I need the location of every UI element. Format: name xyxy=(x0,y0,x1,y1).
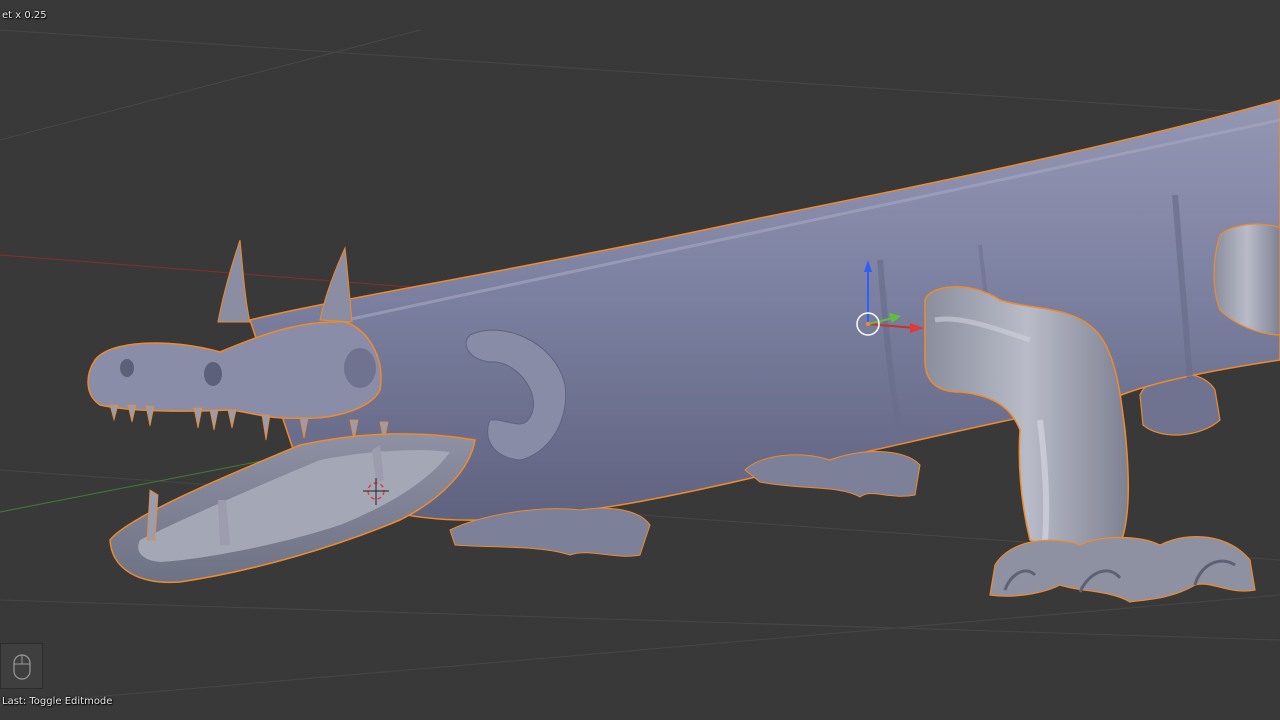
last-operator-label: Last: Toggle Editmode xyxy=(2,696,113,707)
mouse-icon xyxy=(13,654,31,680)
lower-jaw xyxy=(109,433,476,584)
mouse-indicator xyxy=(0,643,43,689)
viewport-header-text: et x 0.25 xyxy=(2,10,47,21)
3d-viewport[interactable] xyxy=(0,0,1280,720)
